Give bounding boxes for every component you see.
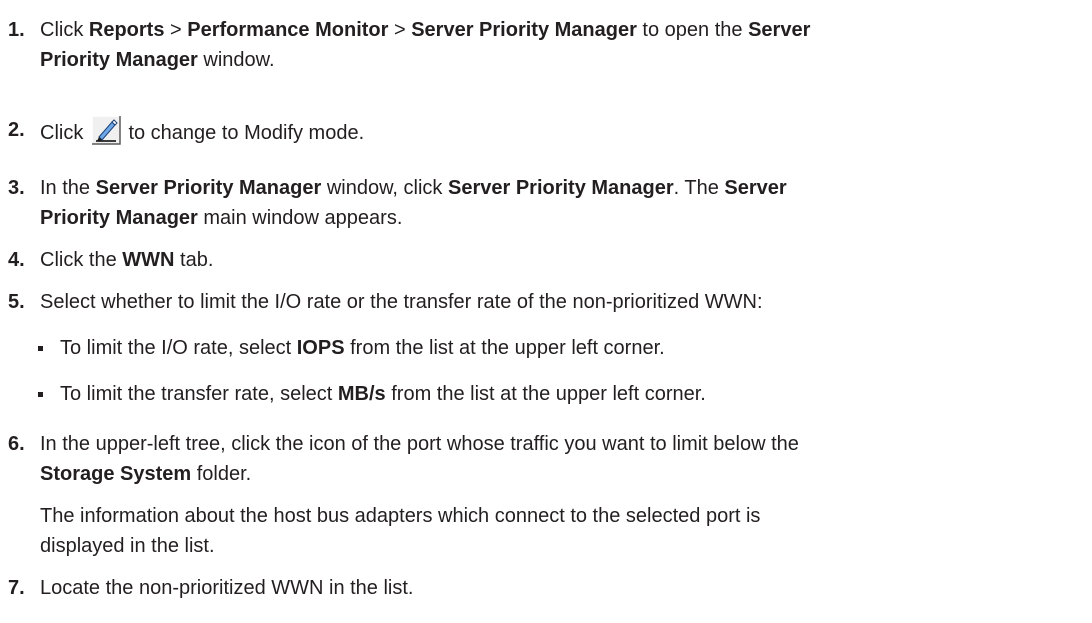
step-text: In the Server Priority Manager window, c… [40,177,787,229]
step-text: In the upper-left tree, click the icon o… [40,433,799,485]
option-mbs: MB/s [337,383,386,405]
note-text: The information about the host bus adapt… [40,505,761,557]
step-number: 4. [8,249,25,271]
link-server-priority-manager: Server Priority Manager [447,177,674,199]
step-text: Click Reports > Performance Monitor > Se… [40,19,811,71]
bullet-icon [38,346,43,351]
step-text: Locate the non-prioritized WWN in the li… [40,577,414,599]
menu-performance-monitor: Performance Monitor [187,19,389,41]
option-iops: IOPS [296,337,345,359]
step-number: 5. [8,291,25,313]
bullet-icon [38,392,43,397]
step-number: 7. [8,577,25,599]
menu-reports: Reports [88,19,165,41]
step-text: Select whether to limit the I/O rate or … [40,291,763,313]
menu-server-priority-manager: Server Priority Manager [411,19,637,41]
modify-mode-icon[interactable] [90,115,121,145]
bullet-text: To limit the transfer rate, select MB/s … [60,383,706,405]
tab-wwn: WWN [122,249,175,271]
bullet-text: To limit the I/O rate, select IOPS from … [60,337,665,359]
step-number: 1. [8,19,25,41]
step-number: 2. [8,119,25,141]
folder-storage-system: Storage System [40,463,192,485]
step-number: 6. [8,433,25,455]
step-text: Click to change to Modify mode. [40,115,1088,148]
step-number: 3. [8,177,25,199]
step-text: Click the WWN tab. [40,249,214,271]
